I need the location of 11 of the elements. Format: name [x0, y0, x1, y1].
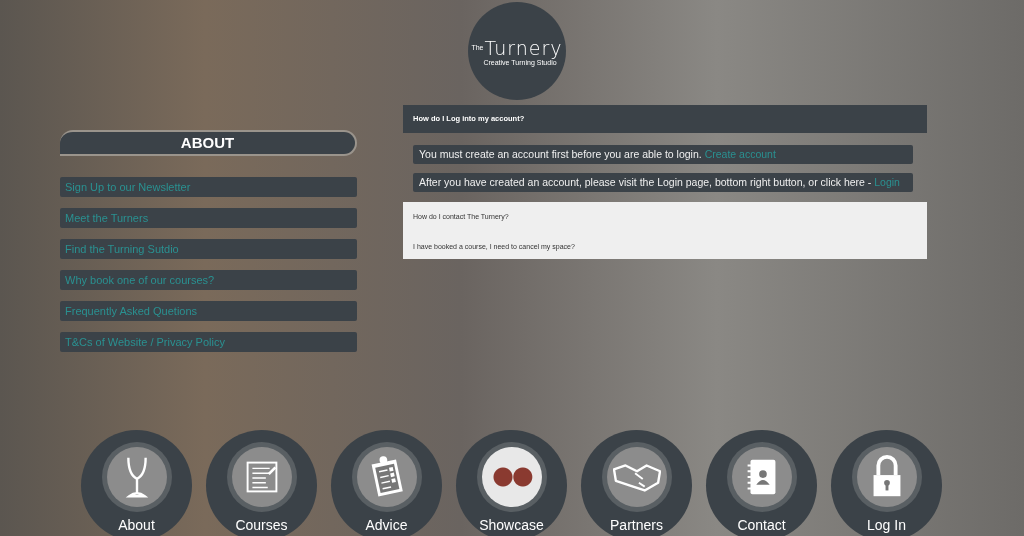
goblet-icon: [126, 456, 147, 498]
addressbook-icon: [746, 459, 775, 495]
faq-answer: After you have created an account, please visit the Login page, bottom right button, or click here - Login: [413, 173, 913, 192]
sidebar-heading: ABOUT: [60, 130, 357, 156]
handshake-icon: [612, 464, 661, 492]
clipboard-icon: [371, 456, 403, 497]
photo-placeholder: [481, 447, 542, 507]
lock-icon: [873, 454, 900, 497]
logo-title: Turnery: [484, 36, 563, 59]
document-icon: [246, 461, 277, 493]
faq-answer: You must create an account first before you are able to login. Create account: [413, 145, 913, 164]
